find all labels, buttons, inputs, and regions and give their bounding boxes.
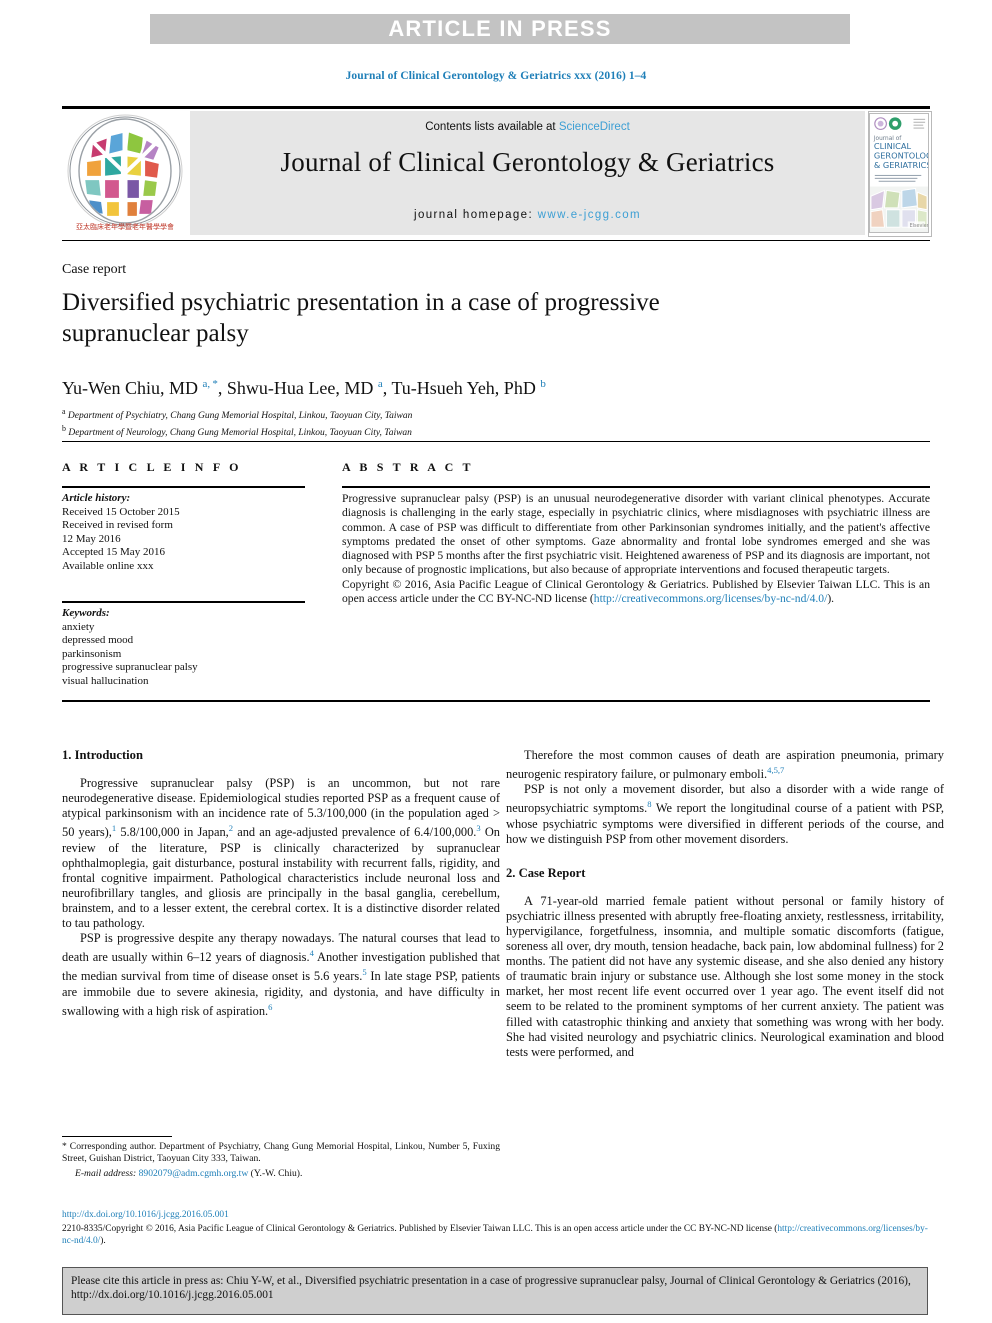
history-item: 12 May 2016 bbox=[62, 532, 121, 545]
keyword-item: visual hallucination bbox=[62, 674, 149, 687]
masthead: 亞太臨床老年學暨老年醫學學會 Contents lists available … bbox=[62, 111, 932, 237]
keywords-block: Keywords: anxiety depressed mood parkins… bbox=[62, 607, 305, 688]
svg-text:GERONTOLOGY: GERONTOLOGY bbox=[874, 150, 929, 160]
abstract-copyright: Copyright © 2016, Asia Pacific League of… bbox=[342, 578, 930, 607]
journal-title: Journal of Clinical Gerontology & Geriat… bbox=[280, 147, 775, 177]
svg-text:CLINICAL: CLINICAL bbox=[874, 141, 912, 151]
email-owner: (Y.-W. Chiu). bbox=[250, 1168, 303, 1180]
article-page: ARTICLE IN PRESS Journal of Clinical Ger… bbox=[0, 0, 992, 1323]
homepage-label: journal homepage: bbox=[414, 209, 538, 221]
svg-text:亞太臨床老年學暨老年醫學學會: 亞太臨床老年學暨老年醫學學會 bbox=[76, 222, 174, 231]
body-column-right: Therefore the most common causes of deat… bbox=[506, 748, 944, 1060]
affiliation-text-b: Department of Neurology, Chang Gung Memo… bbox=[68, 427, 412, 438]
abstract-body: Progressive supranuclear palsy (PSP) is … bbox=[342, 492, 930, 577]
affiliation-mark-b: b bbox=[62, 423, 66, 433]
keywords-rule bbox=[62, 601, 305, 603]
journal-cover-thumbnail: Journal of CLINICAL GERONTOLOGY & GERIAT… bbox=[868, 111, 932, 237]
history-item: Received 15 October 2015 bbox=[62, 505, 180, 518]
history-item: Available online xxx bbox=[62, 559, 154, 572]
corresponding-author-note: * Corresponding author. Department of Ps… bbox=[62, 1141, 500, 1165]
keyword-item: anxiety bbox=[62, 620, 95, 633]
svg-text:& GERIATRICS: & GERIATRICS bbox=[874, 160, 929, 170]
article-info-heading: A R T I C L E I N F O bbox=[62, 460, 242, 474]
masthead-top-rule bbox=[62, 106, 930, 109]
article-history: Article history: Received 15 October 201… bbox=[62, 492, 305, 573]
footnote-rule bbox=[62, 1136, 172, 1137]
license-statement: 2210-8335/Copyright © 2016, Asia Pacific… bbox=[62, 1223, 938, 1248]
abstract-rule bbox=[342, 486, 930, 488]
history-item: Received in revised form bbox=[62, 519, 173, 531]
contents-prefix: Contents lists available at bbox=[425, 121, 559, 133]
running-head: Journal of Clinical Gerontology & Geriat… bbox=[345, 70, 647, 82]
article-in-press-banner: ARTICLE IN PRESS bbox=[150, 14, 850, 44]
cite-this-article-text: Please cite this article in press as: Ch… bbox=[71, 1275, 911, 1302]
affiliation-text-a: Department of Psychiatry, Chang Gung Mem… bbox=[67, 411, 413, 422]
abstract-block: Progressive supranuclear palsy (PSP) is … bbox=[342, 492, 930, 606]
history-item: Accepted 15 May 2016 bbox=[62, 546, 165, 558]
sciencedirect-link[interactable]: ScienceDirect bbox=[559, 121, 630, 133]
affiliation-b: b Department of Neurology, Chang Gung Me… bbox=[62, 423, 862, 440]
article-history-label: Article history: bbox=[62, 492, 131, 504]
cc-license-link[interactable]: http://creativecommons.org/licenses/by-n… bbox=[594, 592, 828, 605]
author-list: Yu-Wen Chiu, MD a, *, Shwu-Hua Lee, MD a… bbox=[62, 378, 546, 398]
email-address-link[interactable]: 8902079@adm.cgmh.org.tw bbox=[139, 1168, 249, 1179]
paragraph-intro-3: Therefore the most common causes of deat… bbox=[506, 748, 944, 782]
article-info-rule bbox=[62, 486, 305, 488]
homepage-url-link[interactable]: www.e-jcgg.com bbox=[538, 209, 641, 221]
abstract-heading: A B S T R A C T bbox=[342, 460, 474, 474]
paragraph-intro-2: PSP is progressive despite any therapy n… bbox=[62, 931, 500, 1018]
title-bottom-rule bbox=[62, 441, 930, 442]
apl-cgg-logo-icon: 亞太臨床老年學暨老年醫學學會 bbox=[62, 113, 188, 235]
page-title: Diversified psychiatric presentation in … bbox=[62, 289, 660, 347]
email-note: E-mail address: 8902079@adm.cgmh.org.tw … bbox=[62, 1168, 500, 1180]
email-address-label: E-mail address: bbox=[75, 1168, 137, 1180]
body-column-left: 1. Introduction Progressive supranuclear… bbox=[62, 748, 500, 1019]
heading-introduction: 1. Introduction bbox=[62, 748, 143, 762]
abstract-bottom-rule bbox=[62, 700, 930, 702]
paragraph-case-1: A 71-year-old married female patient wit… bbox=[506, 893, 944, 1059]
svg-text:Elsevier: Elsevier bbox=[910, 223, 929, 229]
journal-homepage-line: journal homepage: www.e-jcgg.com bbox=[190, 209, 865, 221]
masthead-bottom-rule bbox=[62, 240, 930, 241]
copyright-tail: ). bbox=[827, 592, 835, 606]
paragraph-intro-4: PSP is not only a movement disorder, but… bbox=[506, 782, 944, 846]
affiliation-mark-a: a bbox=[62, 407, 66, 416]
doi-link[interactable]: http://dx.doi.org/10.1016/j.jcgg.2016.05… bbox=[62, 1209, 930, 1221]
section-type-label: Case report bbox=[62, 262, 127, 277]
footnote-block: * Corresponding author. Department of Ps… bbox=[62, 1141, 500, 1181]
keyword-item: parkinsonism bbox=[62, 647, 122, 660]
keyword-item: depressed mood bbox=[62, 634, 134, 646]
article-in-press-label: ARTICLE IN PRESS bbox=[388, 16, 612, 41]
cite-this-article-box: Please cite this article in press as: Ch… bbox=[62, 1267, 928, 1315]
issn-copyright-text: 2210-8335/Copyright © 2016, Asia Pacific… bbox=[62, 1224, 778, 1234]
affiliation-a: a Department of Psychiatry, Chang Gung M… bbox=[62, 406, 862, 423]
contents-line: Contents lists available at ScienceDirec… bbox=[190, 121, 865, 133]
paragraph-intro-1: Progressive supranuclear palsy (PSP) is … bbox=[62, 776, 500, 930]
heading-case-report: 2. Case Report bbox=[506, 865, 586, 880]
affiliations: a Department of Psychiatry, Chang Gung M… bbox=[62, 406, 862, 439]
keyword-item: progressive supranuclear palsy bbox=[62, 661, 198, 673]
keywords-label: Keywords: bbox=[62, 607, 110, 619]
license-tail: ). bbox=[100, 1236, 106, 1247]
